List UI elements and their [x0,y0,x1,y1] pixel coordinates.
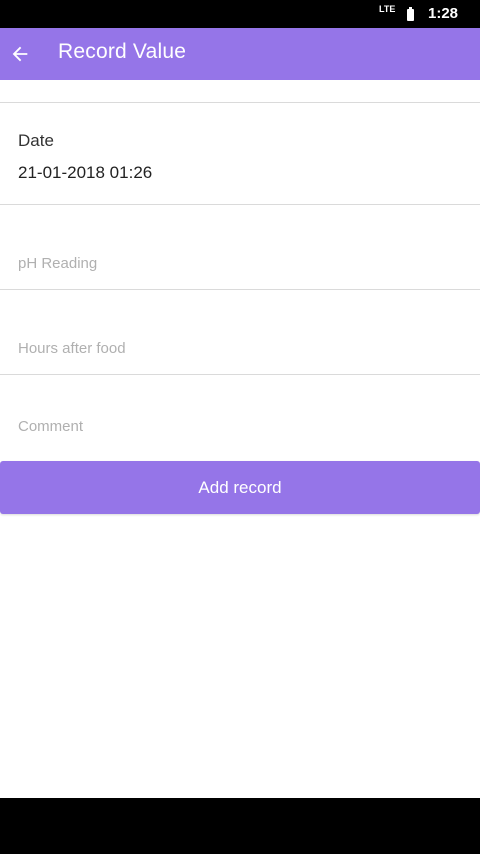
app-bar: Record Value [0,28,480,80]
battery-icon [407,7,414,21]
arrow-left-icon [12,46,28,62]
add-record-button[interactable]: Add record [0,461,480,514]
hours-after-food-input[interactable] [0,306,480,390]
divider [0,102,480,103]
divider [0,289,480,290]
date-label: Date [18,131,54,150]
network-type-label: LTE [379,4,396,14]
status-bar: LTE 1:28 [0,0,480,28]
divider [0,374,480,375]
back-button[interactable] [6,40,34,68]
form-content: Date 21-01-2018 01:26 Add record [0,80,480,798]
date-value[interactable]: 21-01-2018 01:26 [18,163,152,183]
ph-reading-input[interactable] [0,221,480,305]
screen: LTE 1:28 Record Value Date 21-01-2018 01… [0,0,480,854]
page-title: Record Value [58,40,187,63]
comment-input[interactable] [0,391,480,461]
divider [0,204,480,205]
status-clock: 1:28 [428,5,459,22]
navigation-bar [0,798,480,854]
